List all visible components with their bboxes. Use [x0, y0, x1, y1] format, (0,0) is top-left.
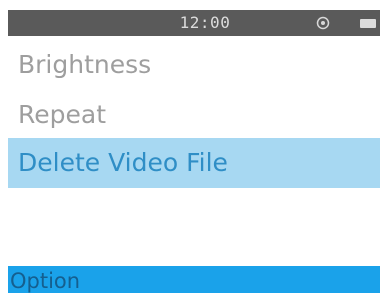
footer-title: Option — [10, 269, 81, 293]
menu-item-repeat[interactable]: Repeat — [8, 90, 380, 140]
status-bar: 12:00 — [8, 10, 380, 36]
status-clock: 12:00 — [179, 13, 231, 32]
menu-item-label: Delete Video File — [18, 148, 228, 177]
device-screen: 12:00 Brightness Repeat Delete Video Fil… — [0, 0, 380, 293]
footer-bar: Option — [8, 266, 380, 293]
target-icon — [316, 16, 330, 30]
battery-icon — [360, 19, 376, 28]
menu-item-brightness[interactable]: Brightness — [8, 40, 380, 90]
menu-item-label: Repeat — [18, 100, 107, 129]
menu-item-delete-video-file[interactable]: Delete Video File — [8, 138, 380, 188]
menu-item-label: Brightness — [18, 50, 152, 79]
